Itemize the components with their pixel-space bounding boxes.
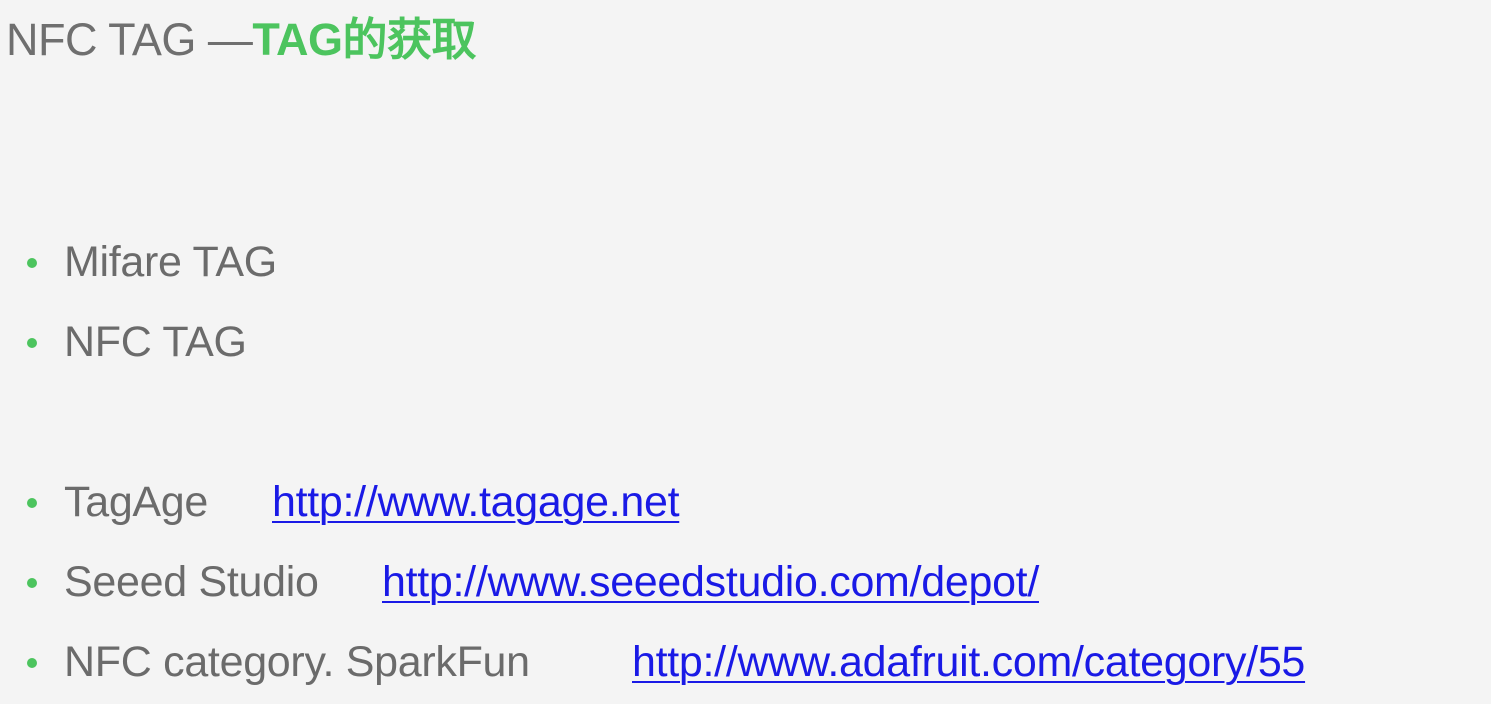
slide-title: NFC TAG —TAG的获取: [6, 12, 476, 68]
seeedstudio-link[interactable]: http://www.seeedstudio.com/depot/: [382, 554, 1039, 610]
bullet-text: Seeed Studio: [64, 558, 319, 606]
title-prefix: NFC TAG —: [6, 14, 253, 65]
tagage-link[interactable]: http://www.tagage.net: [272, 474, 680, 530]
bullet-dot-icon: [27, 658, 37, 668]
title-accent: TAG的获取: [252, 14, 476, 65]
bullet-text: Mifare TAG: [64, 238, 277, 286]
adafruit-link[interactable]: http://www.adafruit.com/category/55: [632, 634, 1305, 690]
bullet-text: NFC category. SparkFun: [64, 638, 530, 686]
bullet-dot-icon: [27, 578, 37, 588]
bullet-dot-icon: [27, 498, 37, 508]
bullet-dot-icon: [27, 338, 37, 348]
bullet-text: TagAge: [64, 478, 209, 526]
bullet-text: NFC TAG: [64, 318, 247, 366]
bullet-dot-icon: [27, 258, 37, 268]
